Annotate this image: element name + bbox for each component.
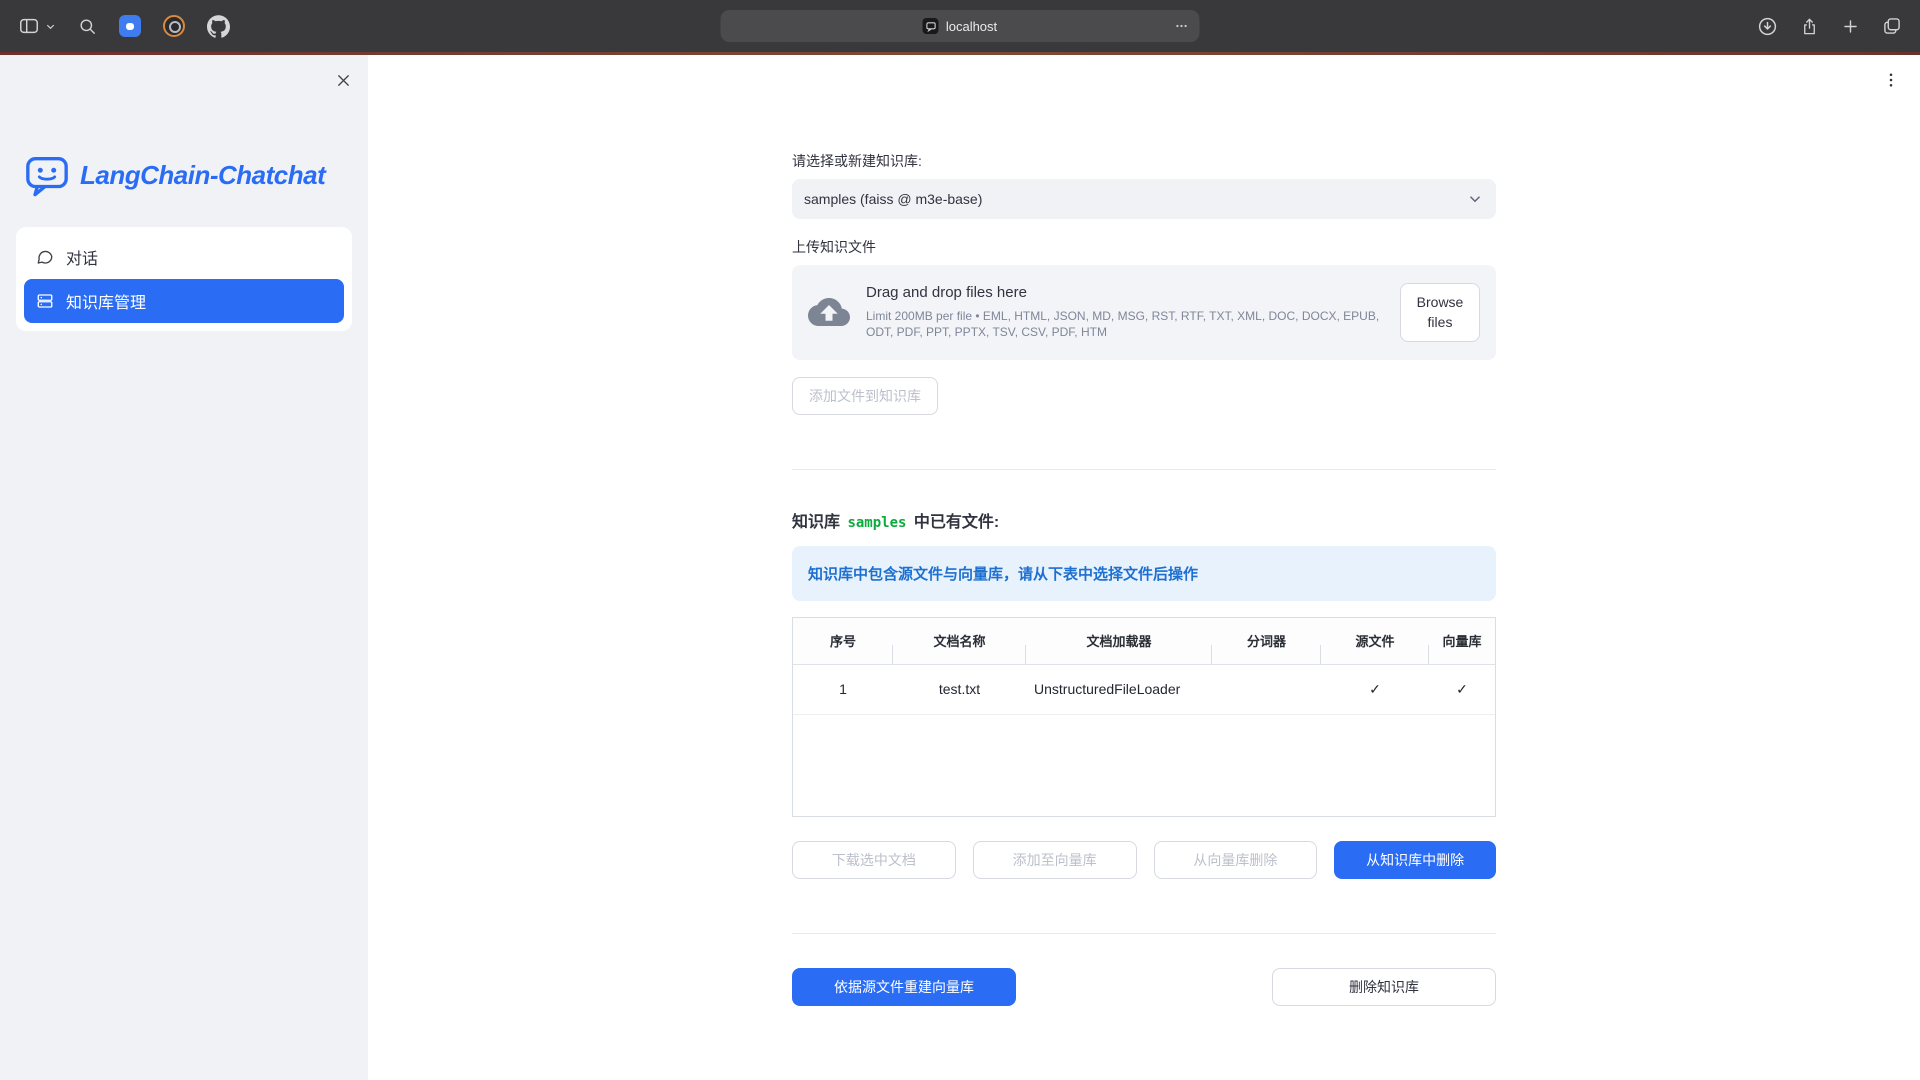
download-selected-button[interactable]: 下载选中文档 [792, 841, 956, 879]
app-logo: LangChain-Chatchat [24, 152, 368, 198]
kb-files-heading: 知识库 samples 中已有文件: [792, 508, 1496, 532]
sidebar-nav: 对话 知识库管理 [16, 227, 352, 331]
column-header-source[interactable]: 源文件 [1321, 631, 1429, 650]
nav-item-label: 对话 [66, 245, 98, 269]
column-header-loader[interactable]: 文档加载器 [1026, 631, 1212, 650]
delete-from-kb-button[interactable]: 从知识库中删除 [1334, 841, 1496, 879]
kb-global-actions: 依据源文件重建向量库 删除知识库 [792, 968, 1496, 1006]
table-header-row: 序号 文档名称 文档加载器 分词器 源文件 向量库 [793, 618, 1495, 665]
extension-orange-icon[interactable] [163, 15, 185, 37]
add-files-to-kb-button[interactable]: 添加文件到知识库 [792, 377, 938, 415]
knowledge-base-stack-icon [36, 292, 54, 310]
extension-blue-icon[interactable] [119, 15, 141, 37]
app-menu-icon[interactable] [1878, 67, 1904, 93]
rebuild-vector-store-button[interactable]: 依据源文件重建向量库 [792, 968, 1016, 1006]
files-table: 序号 文档名称 文档加载器 分词器 源文件 向量库 1 test.txt Uns… [792, 617, 1496, 817]
sidebar-toggle-icon [18, 15, 40, 37]
table-row[interactable]: 1 test.txt UnstructuredFileLoader ✓ ✓ [793, 665, 1495, 715]
page-options-ellipsis-icon[interactable] [1174, 19, 1190, 33]
cell-name: test.txt [893, 681, 1026, 697]
cell-source-check: ✓ [1321, 681, 1429, 698]
cloud-upload-icon [808, 291, 850, 333]
cell-loader: UnstructuredFileLoader [1026, 681, 1212, 697]
chevron-down-icon [1466, 190, 1484, 208]
column-header-name[interactable]: 文档名称 [893, 631, 1026, 650]
browse-files-button[interactable]: Browse files [1400, 283, 1480, 342]
tabs-overview-icon[interactable] [1882, 16, 1902, 36]
remove-from-vector-button[interactable]: 从向量库删除 [1154, 841, 1318, 879]
kb-name-code: samples [847, 515, 906, 531]
divider [792, 469, 1496, 470]
logo-text: LangChain-Chatchat [80, 160, 325, 191]
sidebar: LangChain-Chatchat 对话 知识库管理 [0, 55, 368, 1080]
cell-vector-check: ✓ [1429, 681, 1495, 698]
url-text: localhost [946, 19, 997, 34]
upload-section-label: 上传知识文件 [792, 237, 1496, 257]
nav-item-label: 知识库管理 [66, 289, 146, 313]
content-column: 请选择或新建知识库: samples (faiss @ m3e-base) 上传… [792, 55, 1496, 1006]
app-page: LangChain-Chatchat 对话 知识库管理 请选择或新建知识库: [0, 55, 1920, 1080]
column-header-splitter[interactable]: 分词器 [1212, 631, 1321, 650]
delete-kb-button[interactable]: 删除知识库 [1272, 968, 1496, 1006]
uploader-text: Drag and drop files here Limit 200MB per… [866, 284, 1384, 340]
divider [792, 933, 1496, 934]
nav-item-chat[interactable]: 对话 [24, 235, 344, 279]
sidebar-close-icon[interactable] [332, 69, 354, 91]
browser-toolbar: localhost [0, 0, 1920, 52]
column-header-vector[interactable]: 向量库 [1429, 631, 1495, 650]
nav-item-kb-management[interactable]: 知识库管理 [24, 279, 344, 323]
info-alert-text: 知识库中包含源文件与向量库，请从下表中选择文件后操作 [808, 566, 1198, 583]
search-icon[interactable] [78, 17, 97, 36]
kb-selectbox-value: samples (faiss @ m3e-base) [804, 191, 982, 207]
main-content: 请选择或新建知识库: samples (faiss @ m3e-base) 上传… [368, 55, 1920, 1080]
info-alert: 知识库中包含源文件与向量库，请从下表中选择文件后操作 [792, 546, 1496, 601]
kb-heading-suffix: 中已有文件: [909, 514, 999, 531]
uploader-limit: Limit 200MB per file • EML, HTML, JSON, … [866, 308, 1384, 340]
kb-heading-prefix: 知识库 [792, 514, 844, 531]
new-tab-icon[interactable] [1841, 17, 1860, 36]
kb-select-label: 请选择或新建知识库: [792, 151, 1496, 171]
share-icon[interactable] [1800, 16, 1819, 37]
kb-selectbox[interactable]: samples (faiss @ m3e-base) [792, 179, 1496, 219]
site-favicon [923, 18, 939, 34]
sidebar-toggle-button[interactable] [18, 15, 56, 37]
uploader-title: Drag and drop files here [866, 284, 1384, 301]
address-bar[interactable]: localhost [721, 10, 1200, 42]
chat-bubble-icon [36, 248, 54, 266]
column-header-index[interactable]: 序号 [793, 631, 893, 650]
file-uploader-dropzone[interactable]: Drag and drop files here Limit 200MB per… [792, 265, 1496, 360]
chevron-down-icon [45, 21, 56, 32]
cell-index: 1 [793, 681, 893, 697]
add-to-vector-store-button[interactable]: 添加至向量库 [973, 841, 1137, 879]
github-icon[interactable] [207, 15, 230, 38]
table-actions: 下载选中文档 添加至向量库 从向量库删除 从知识库中删除 [792, 841, 1496, 879]
downloads-icon[interactable] [1757, 16, 1778, 37]
logo-chat-bubble-icon [24, 152, 70, 198]
